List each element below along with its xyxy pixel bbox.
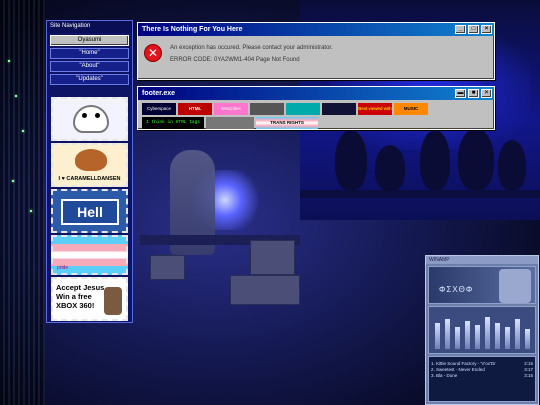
track-title: 3. Bla - Dune [431, 373, 458, 378]
web-badge[interactable] [250, 103, 284, 115]
html-badge[interactable]: HTML [178, 103, 212, 115]
accept-jesus-stamp: Accept Jesus Win a free XBOX 360! [51, 277, 128, 321]
anime-face-icon [499, 269, 531, 303]
maximize-button[interactable]: □ [468, 25, 479, 34]
plush-toy [335, 130, 367, 190]
jesus-portrait-icon [104, 287, 122, 315]
caramelldansen-stamp: I ♥ CARAMELLDANSEN [51, 143, 128, 187]
hell-sign-stamp: Hell [51, 189, 128, 233]
dark-badge[interactable] [322, 103, 356, 115]
status-led [22, 130, 24, 132]
anime-badge[interactable] [286, 103, 320, 115]
stamp-text: Accept Jesus Win a free XBOX 360! [56, 283, 105, 310]
ghost-icon [73, 105, 109, 133]
error-message: An exception has occured. Please contact… [170, 45, 333, 51]
caramell-animal-icon [75, 149, 107, 171]
nav-item-updates[interactable]: "Updates" [50, 74, 129, 85]
stamp-text: I ♥ CARAMELLDANSEN [58, 176, 121, 182]
close-button[interactable]: ✕ [481, 89, 492, 98]
crt-monitor [230, 275, 300, 305]
status-led [8, 60, 10, 62]
footer-window: footer.exe ▬ ■ ✕ Cyberspace HTML NeoCiti… [137, 86, 495, 130]
eq-slider[interactable] [465, 321, 470, 349]
playlist-item[interactable]: 3. Bla - Dune 3:15 [429, 373, 535, 379]
winamp-player: WINAMP ΦΣΧΘΦ 1. Kittie Sound Factory - '… [425, 255, 539, 405]
footer-title: footer.exe [142, 90, 176, 97]
error-code: ERROR CODE: 0YA2WM1-404 Page Not Found [170, 57, 300, 63]
eye-icon [95, 113, 100, 118]
shelf [300, 190, 540, 198]
winamp-equalizer [428, 306, 536, 354]
crt-monitor [250, 240, 295, 275]
status-led [15, 95, 17, 97]
nav-item-oyasumi[interactable]: Oyasumi [50, 35, 129, 46]
badge-row: Cyberspace HTML NeoCities Best viewed wi… [138, 100, 494, 132]
winamp-titlebar[interactable]: WINAMP [426, 256, 538, 264]
plush-toy [420, 130, 450, 190]
track-time: 3:15 [524, 373, 533, 378]
error-dialog-title: There Is Nothing For You Here [142, 26, 243, 33]
error-dialog: There Is Nothing For You Here _ □ × ✕ An… [137, 22, 495, 80]
stamp-text: pride [57, 265, 69, 271]
eq-slider[interactable] [485, 317, 490, 349]
eq-slider[interactable] [515, 319, 520, 349]
stamp-text: Hell [61, 199, 119, 225]
plush-toy [458, 128, 494, 190]
eq-slider[interactable] [475, 325, 480, 349]
maximize-button[interactable]: ■ [468, 89, 479, 98]
eye-icon [82, 113, 87, 118]
winamp-display: ΦΣΧΘΦ [428, 266, 536, 304]
eq-slider[interactable] [445, 319, 450, 349]
crt-monitor [150, 255, 185, 280]
eq-slider[interactable] [505, 327, 510, 349]
neocities-badge[interactable]: NeoCities [214, 103, 248, 115]
music-badge[interactable]: MUSIC [394, 103, 428, 115]
sidebar-title: Site Navigation [47, 21, 132, 33]
error-dialog-titlebar[interactable]: There Is Nothing For You Here _ □ × [138, 23, 494, 36]
footer-titlebar[interactable]: footer.exe ▬ ■ ✕ [138, 87, 494, 100]
plush-toy [498, 140, 526, 190]
error-icon: ✕ [144, 44, 162, 62]
close-button[interactable]: × [481, 25, 492, 34]
trans-rights-badge[interactable]: TRANS RIGHTS [256, 117, 318, 129]
blank-badge[interactable] [206, 117, 254, 129]
cyberspace-badge[interactable]: Cyberspace [142, 103, 176, 115]
plush-toy [375, 145, 405, 191]
cute-ghost-stamp [51, 97, 128, 141]
status-led [30, 210, 32, 212]
pride-flag-stamp: pride [51, 235, 128, 275]
server-rack-wires [0, 0, 45, 405]
eq-slider[interactable] [455, 327, 460, 349]
winamp-playlist: 1. Kittie Sound Factory - 'V'ox'Dr 2:15 2… [428, 356, 536, 402]
eq-slider[interactable] [525, 329, 530, 349]
nav-item-home[interactable]: "Home" [50, 48, 129, 59]
best-viewed-badge[interactable]: Best viewed with [358, 103, 392, 115]
site-navigation-panel: Site Navigation Oyasumi "Home" "About" "… [46, 20, 133, 323]
winamp-visualizer-text: ΦΣΧΘΦ [439, 285, 474, 294]
eq-slider[interactable] [495, 323, 500, 349]
minimize-button[interactable]: _ [455, 25, 466, 34]
html-tags-badge[interactable]: I think in HTML tags [142, 117, 204, 129]
eq-slider[interactable] [435, 323, 440, 349]
minimize-button[interactable]: ▬ [455, 89, 466, 98]
status-led [12, 180, 14, 182]
nav-item-about[interactable]: "About" [50, 61, 129, 72]
